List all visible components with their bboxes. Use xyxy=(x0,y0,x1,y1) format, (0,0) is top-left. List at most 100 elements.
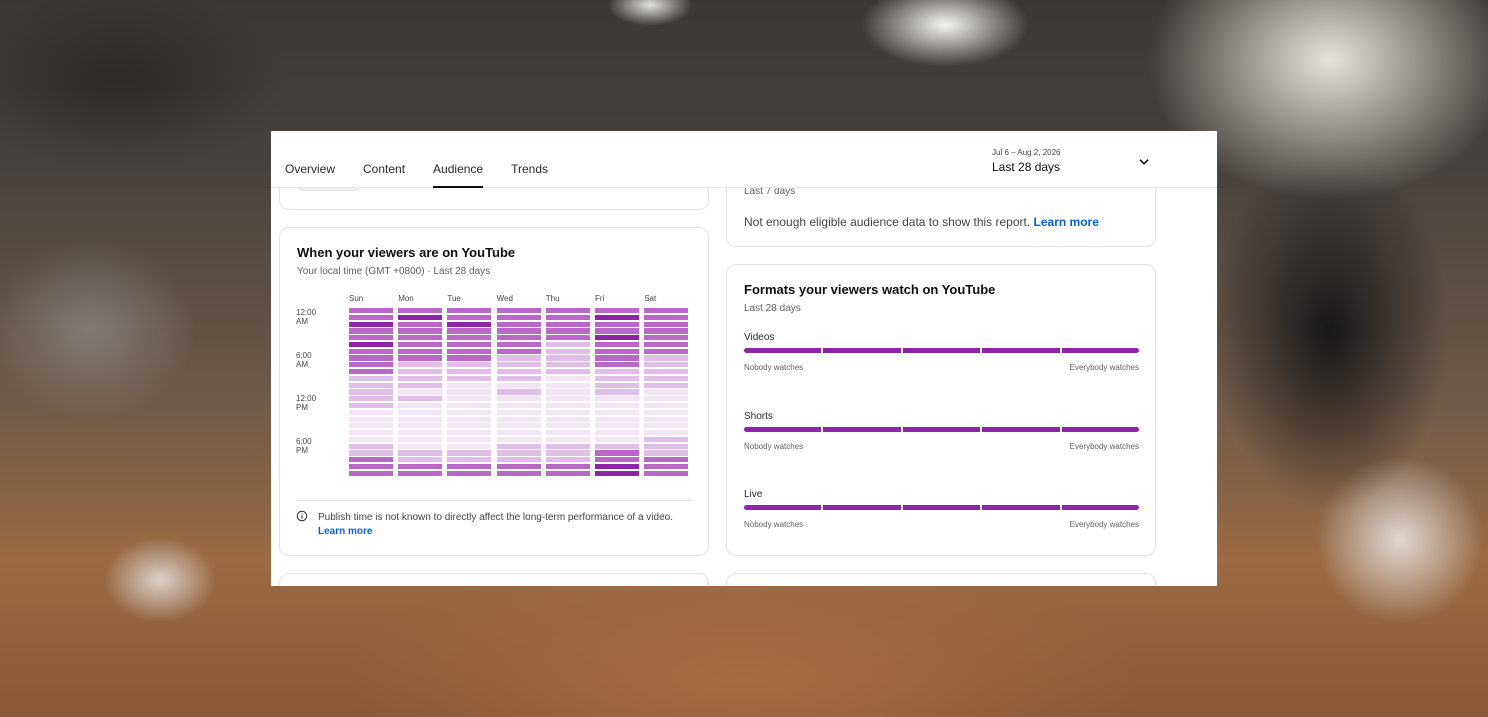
heatmap-cell[interactable] xyxy=(349,355,393,361)
heatmap-cell[interactable] xyxy=(595,470,639,476)
heatmap-cell[interactable] xyxy=(644,348,689,354)
heatmap-cell[interactable] xyxy=(496,382,541,388)
heatmap-cell[interactable] xyxy=(398,423,443,429)
heatmap-cell[interactable] xyxy=(398,382,443,388)
heatmap-cell[interactable] xyxy=(496,375,541,381)
tab-overview[interactable]: Overview xyxy=(285,131,335,188)
heatmap-cell[interactable] xyxy=(349,389,393,395)
heatmap-cell[interactable] xyxy=(349,470,393,476)
heatmap-cell[interactable] xyxy=(349,308,393,314)
heatmap-cell[interactable] xyxy=(545,436,590,443)
heatmap-cell[interactable] xyxy=(545,375,590,381)
heatmap-cell[interactable] xyxy=(595,416,639,422)
heatmap-cell[interactable] xyxy=(496,423,541,429)
heatmap-cell[interactable] xyxy=(447,335,492,341)
heatmap-cell[interactable] xyxy=(644,457,689,463)
heatmap-cell[interactable] xyxy=(349,457,393,463)
heatmap-cell[interactable] xyxy=(595,328,639,334)
heatmap-cell[interactable] xyxy=(595,436,639,443)
chevron-down-icon[interactable] xyxy=(1137,155,1151,169)
heatmap-cell[interactable] xyxy=(644,355,689,361)
heatmap-cell[interactable] xyxy=(496,355,541,361)
heatmap-cell[interactable] xyxy=(595,341,639,348)
heatmap-cell[interactable] xyxy=(644,470,689,476)
heatmap-cell[interactable] xyxy=(595,375,639,381)
heatmap-cell[interactable] xyxy=(644,308,689,314)
heatmap-cell[interactable] xyxy=(349,314,393,320)
heatmap-cell[interactable] xyxy=(349,436,393,443)
publish-note-learn-more-link[interactable]: Learn more xyxy=(318,526,372,537)
heatmap-cell[interactable] xyxy=(644,409,689,415)
heatmap-cell[interactable] xyxy=(398,409,443,415)
heatmap-cell[interactable] xyxy=(349,335,393,341)
heatmap-cell[interactable] xyxy=(595,430,639,436)
heatmap-cell[interactable] xyxy=(496,416,541,422)
heatmap-cell[interactable] xyxy=(398,335,443,341)
date-picker[interactable]: Jul 6 – Aug 2, 2026 Last 28 days xyxy=(992,148,1061,174)
heatmap-cell[interactable] xyxy=(545,308,590,314)
heatmap-cell[interactable] xyxy=(545,314,590,320)
heatmap-cell[interactable] xyxy=(545,443,590,449)
heatmap-cell[interactable] xyxy=(398,450,443,456)
heatmap-cell[interactable] xyxy=(398,470,443,476)
heatmap-cell[interactable] xyxy=(398,308,443,314)
heatmap-cell[interactable] xyxy=(447,457,492,463)
heatmap-cell[interactable] xyxy=(398,321,443,327)
heatmap-cell[interactable] xyxy=(595,362,639,368)
heatmap-cell[interactable] xyxy=(644,463,689,470)
heatmap-cell[interactable] xyxy=(349,341,393,348)
tab-trends[interactable]: Trends xyxy=(511,131,548,188)
heatmap-cell[interactable] xyxy=(496,314,541,320)
heatmap-cell[interactable] xyxy=(398,463,443,470)
heatmap-cell[interactable] xyxy=(595,321,639,327)
heatmap-cell[interactable] xyxy=(595,402,639,409)
heatmap-cell[interactable] xyxy=(398,362,443,368)
heatmap-cell[interactable] xyxy=(447,450,492,456)
heatmap-cell[interactable] xyxy=(545,430,590,436)
heatmap-cell[interactable] xyxy=(545,409,590,415)
heatmap-cell[interactable] xyxy=(496,362,541,368)
heatmap-cell[interactable] xyxy=(545,470,590,476)
heatmap-cell[interactable] xyxy=(398,457,443,463)
heatmap-cell[interactable] xyxy=(595,409,639,415)
heatmap-cell[interactable] xyxy=(496,409,541,415)
heatmap-cell[interactable] xyxy=(496,436,541,443)
heatmap-cell[interactable] xyxy=(545,450,590,456)
heatmap-cell[interactable] xyxy=(447,348,492,354)
heatmap-cell[interactable] xyxy=(644,423,689,429)
heatmap-cell[interactable] xyxy=(349,369,393,375)
tab-audience[interactable]: Audience xyxy=(433,131,484,188)
heatmap-cell[interactable] xyxy=(447,436,492,443)
heatmap-cell[interactable] xyxy=(496,328,541,334)
heatmap-cell[interactable] xyxy=(447,402,492,409)
heatmap-cell[interactable] xyxy=(447,430,492,436)
heatmap-cell[interactable] xyxy=(496,457,541,463)
heatmap-cell[interactable] xyxy=(496,348,541,354)
heatmap-cell[interactable] xyxy=(644,450,689,456)
heatmap-cell[interactable] xyxy=(398,443,443,449)
heatmap-cell[interactable] xyxy=(595,314,639,320)
heatmap-cell[interactable] xyxy=(349,416,393,422)
heatmap-cell[interactable] xyxy=(644,382,689,388)
heatmap-cell[interactable] xyxy=(447,463,492,470)
heatmap-cell[interactable] xyxy=(349,409,393,415)
heatmap-cell[interactable] xyxy=(496,335,541,341)
heatmap-cell[interactable] xyxy=(545,369,590,375)
tab-content[interactable]: Content xyxy=(363,131,405,188)
heatmap-cell[interactable] xyxy=(447,369,492,375)
heatmap-cell[interactable] xyxy=(496,321,541,327)
heatmap-cell[interactable] xyxy=(595,348,639,354)
heatmap-cell[interactable] xyxy=(398,416,443,422)
heatmap-cell[interactable] xyxy=(545,335,590,341)
heatmap-cell[interactable] xyxy=(545,382,590,388)
heatmap-cell[interactable] xyxy=(595,355,639,361)
heatmap-cell[interactable] xyxy=(644,341,689,348)
heatmap-cell[interactable] xyxy=(447,396,492,402)
heatmap-cell[interactable] xyxy=(496,430,541,436)
heatmap-cell[interactable] xyxy=(398,389,443,395)
heatmap-cell[interactable] xyxy=(545,362,590,368)
heatmap-cell[interactable] xyxy=(644,362,689,368)
heatmap-cell[interactable] xyxy=(349,423,393,429)
heatmap-cell[interactable] xyxy=(447,314,492,320)
heatmap-cell[interactable] xyxy=(349,450,393,456)
